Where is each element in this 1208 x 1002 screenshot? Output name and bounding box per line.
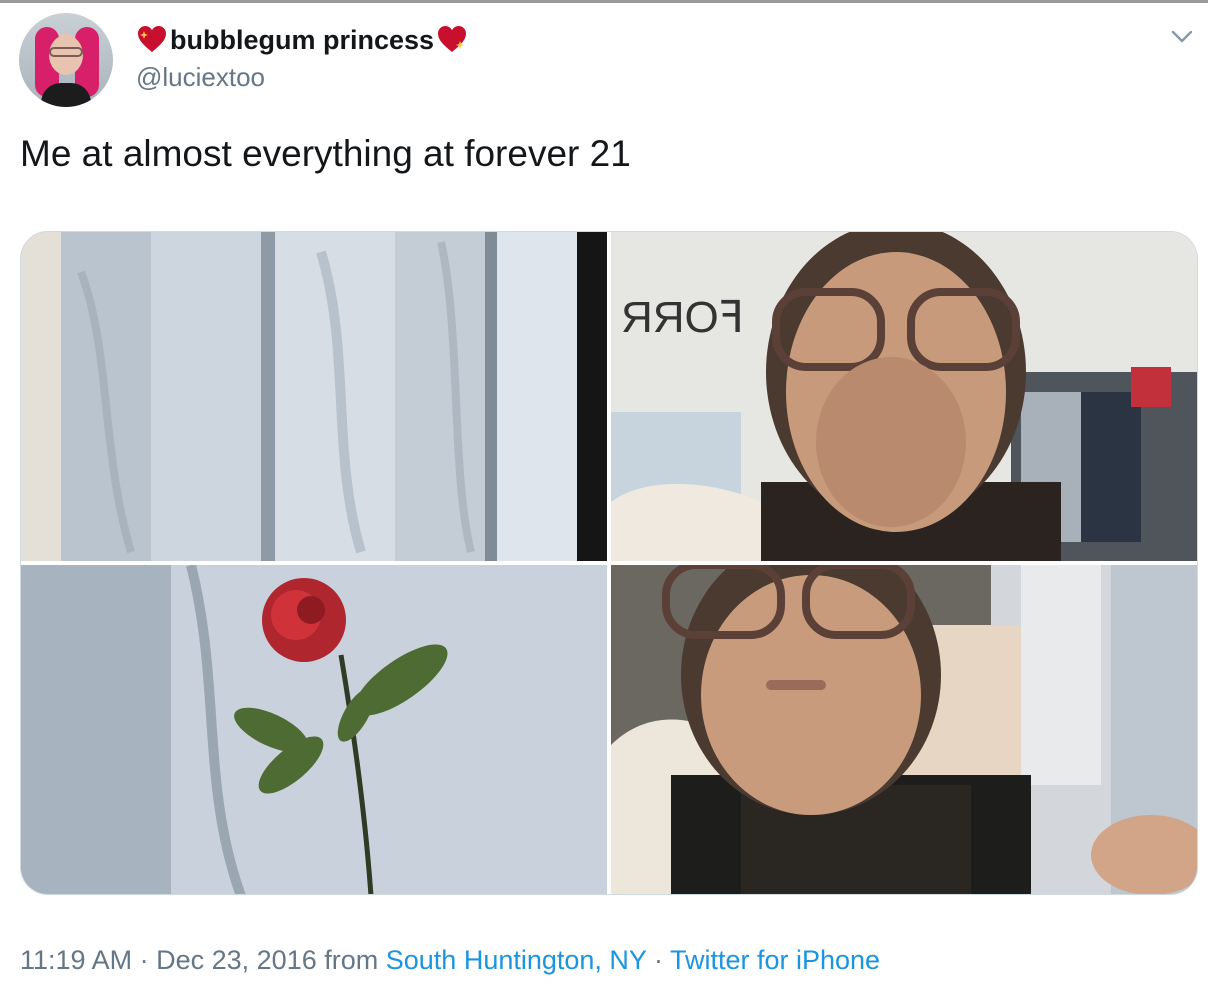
location-link[interactable]: South Huntington, NY: [386, 945, 647, 975]
tweet-meta: 11:19 AM · Dec 23, 2016 from South Hunti…: [20, 945, 880, 976]
chevron-down-icon[interactable]: [1168, 22, 1196, 50]
sparkling-heart-icon: [436, 24, 468, 56]
svg-text:ЯЯOꟻ: ЯЯOꟻ: [621, 293, 744, 342]
avatar-body: [41, 83, 91, 107]
client-link[interactable]: Twitter for iPhone: [670, 945, 880, 975]
from-label: from: [324, 945, 379, 975]
display-name[interactable]: bubblegum princess: [170, 25, 434, 56]
photo-unimpressed-selfie[interactable]: [611, 565, 1197, 894]
user-handle[interactable]: @luciextoo: [136, 62, 265, 93]
sparkling-heart-icon: [136, 24, 168, 56]
photo-jackets-rack[interactable]: [21, 232, 607, 561]
photo-rose-embroidery[interactable]: [21, 565, 607, 894]
display-name-row[interactable]: bubblegum princess: [136, 24, 468, 56]
tweet-time[interactable]: 11:19 AM: [20, 945, 132, 975]
top-divider: [0, 0, 1208, 3]
tweet-date[interactable]: Dec 23, 2016: [156, 945, 317, 975]
photo-shocked-selfie[interactable]: ЯЯOꟻ: [611, 232, 1197, 561]
avatar[interactable]: [19, 13, 113, 107]
media-grid[interactable]: ЯЯOꟻ: [20, 231, 1198, 895]
separator: ·: [653, 945, 663, 975]
separator: ·: [139, 945, 149, 975]
avatar-glasses: [49, 47, 83, 57]
tweet-text: Me at almost everything at forever 21: [20, 133, 631, 174]
